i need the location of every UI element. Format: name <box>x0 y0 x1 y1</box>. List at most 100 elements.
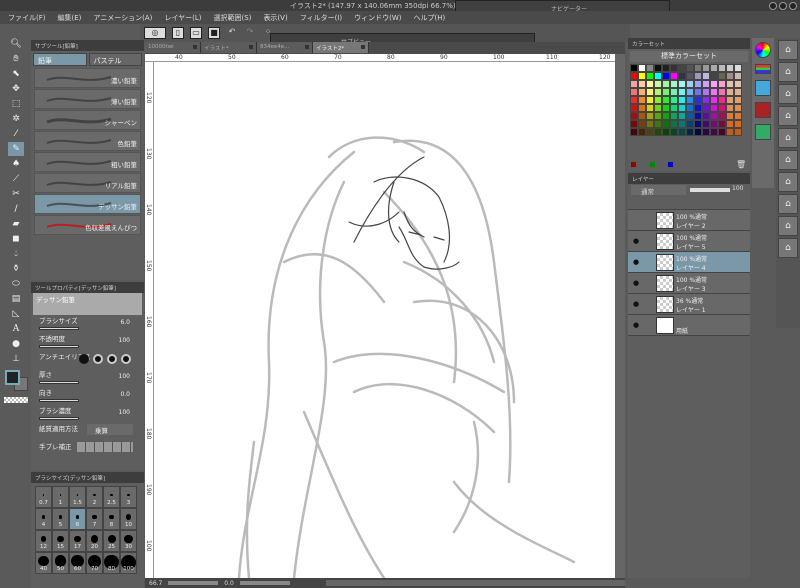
balloon-tool-icon[interactable]: ● <box>8 337 24 351</box>
color-swatch[interactable] <box>734 112 742 120</box>
color-swatch[interactable] <box>686 128 694 136</box>
color-swatch[interactable] <box>646 120 654 128</box>
color-swatch[interactable] <box>686 112 694 120</box>
eye-icon[interactable]: ● <box>633 321 639 329</box>
color-swatch[interactable] <box>694 128 702 136</box>
color-swatch[interactable] <box>630 128 638 136</box>
color-swatch[interactable] <box>702 80 710 88</box>
property-value[interactable]: 6.0 <box>120 319 130 326</box>
color-swatch[interactable] <box>678 64 686 72</box>
color-swatch[interactable] <box>678 112 686 120</box>
drawing-canvas[interactable] <box>154 62 615 580</box>
color-swatch[interactable] <box>734 120 742 128</box>
menu-help[interactable]: ヘルプ(H) <box>413 13 445 23</box>
tab-834ee4e[interactable]: 834ee4e... <box>257 42 313 53</box>
color-swatch[interactable] <box>662 72 670 80</box>
recent-color[interactable] <box>631 162 636 167</box>
fill-bucket-icon[interactable]: ⚱ <box>8 262 24 276</box>
paper-mode-dropdown[interactable]: 乗算 <box>87 424 133 435</box>
color-swatch[interactable] <box>710 128 718 136</box>
blend-tool-icon[interactable]: ∕ <box>8 202 24 216</box>
color-swatch[interactable] <box>686 72 694 80</box>
angle-value[interactable]: 0.0 <box>224 580 234 587</box>
brush-item[interactable]: シャーペン <box>34 110 141 130</box>
zoom-value[interactable]: 66.7 <box>149 580 162 587</box>
property-slider[interactable] <box>39 327 79 330</box>
brush-size-option[interactable]: 70 <box>86 552 103 574</box>
eye-icon[interactable]: ● <box>633 300 639 308</box>
layer-row[interactable]: ● 100 %通常 レイヤー 3 <box>628 273 750 294</box>
recent-color[interactable] <box>650 162 655 167</box>
brush-size-option[interactable]: 3 <box>120 486 137 508</box>
delete-icon[interactable]: 🗑︎ <box>736 160 746 169</box>
color-swatch[interactable] <box>702 96 710 104</box>
brush-item[interactable]: 薄い鉛筆 <box>34 89 141 109</box>
layer-row[interactable]: ● 36 %通常 レイヤー 1 <box>628 294 750 315</box>
property-slider[interactable] <box>39 399 79 402</box>
brush-size-option[interactable]: 1.5 <box>69 486 86 508</box>
color-swatch[interactable] <box>670 72 678 80</box>
material-folder-icon[interactable]: ⌂ <box>778 172 798 192</box>
color-swatch[interactable] <box>670 96 678 104</box>
color-swatch[interactable] <box>630 80 638 88</box>
close-icon[interactable] <box>249 45 253 49</box>
brush-size-option[interactable]: 0.7 <box>35 486 52 508</box>
property-value[interactable]: 0.0 <box>120 391 130 398</box>
move-layer-tool-icon[interactable]: ✥ <box>8 82 24 96</box>
color-swatch[interactable] <box>678 96 686 104</box>
color-swatch[interactable] <box>718 72 726 80</box>
property-value[interactable]: 100 <box>119 337 130 344</box>
color-swatch[interactable] <box>710 120 718 128</box>
color-swatch[interactable] <box>710 112 718 120</box>
color-swatch[interactable] <box>638 96 646 104</box>
color-swatch[interactable] <box>686 64 694 72</box>
intermediate-color-icon[interactable] <box>755 102 771 118</box>
color-swatch[interactable] <box>662 104 670 112</box>
eraser-tool-icon[interactable]: ▰ <box>8 217 24 231</box>
hand-tool-icon[interactable]: ✋︎ <box>8 52 24 66</box>
color-swatch[interactable] <box>654 128 662 136</box>
color-swatch[interactable] <box>662 120 670 128</box>
close-icon[interactable] <box>193 45 197 49</box>
menu-selection[interactable]: 選択範囲(S) <box>214 13 252 23</box>
color-set-dropdown[interactable]: 標準カラーセット <box>630 51 748 62</box>
color-swatch[interactable] <box>718 104 726 112</box>
close-button[interactable] <box>789 2 797 10</box>
color-swatch[interactable] <box>686 104 694 112</box>
color-swatch[interactable] <box>726 72 734 80</box>
color-history-icon[interactable] <box>755 80 771 96</box>
brush-size-option[interactable]: 40 <box>35 552 52 574</box>
brush-size-option[interactable]: 50 <box>52 552 69 574</box>
color-swatch[interactable] <box>694 104 702 112</box>
color-swatch[interactable] <box>662 128 670 136</box>
property-slider[interactable] <box>39 381 79 384</box>
brush-size-option[interactable]: 6 <box>69 508 86 530</box>
color-swatch[interactable] <box>638 112 646 120</box>
color-swatch[interactable] <box>702 72 710 80</box>
horizontal-scrollbar[interactable] <box>325 580 625 586</box>
color-swatch[interactable] <box>678 88 686 96</box>
approximate-color-icon[interactable] <box>755 124 771 140</box>
color-swatch[interactable] <box>646 104 654 112</box>
color-swatch[interactable] <box>670 88 678 96</box>
clip-studio-icon[interactable]: ◎ <box>144 27 166 39</box>
color-swatch[interactable] <box>718 88 726 96</box>
color-swatch[interactable] <box>646 128 654 136</box>
color-swatch[interactable] <box>702 88 710 96</box>
fill-tool-icon[interactable]: 💧︎ <box>8 247 24 261</box>
color-swatch[interactable] <box>630 104 638 112</box>
eyedropper-tool-icon[interactable]: ⁄ <box>8 127 24 141</box>
color-swatch[interactable] <box>718 112 726 120</box>
color-swatch[interactable] <box>734 88 742 96</box>
color-swatch[interactable] <box>726 88 734 96</box>
zoom-tool-icon[interactable]: 🔍︎ <box>8 37 24 51</box>
brush-size-option[interactable]: 2 <box>86 486 103 508</box>
undo-icon[interactable]: ↶ <box>226 27 238 39</box>
material-folder-icon[interactable]: ⌂ <box>778 150 798 170</box>
menu-view[interactable]: 表示(V) <box>263 13 287 23</box>
antialias-option[interactable] <box>121 354 131 364</box>
color-swatch[interactable] <box>734 80 742 88</box>
color-swatch[interactable] <box>726 120 734 128</box>
color-swatch[interactable] <box>662 88 670 96</box>
decoration-tool-icon[interactable]: ✂ <box>8 187 24 201</box>
